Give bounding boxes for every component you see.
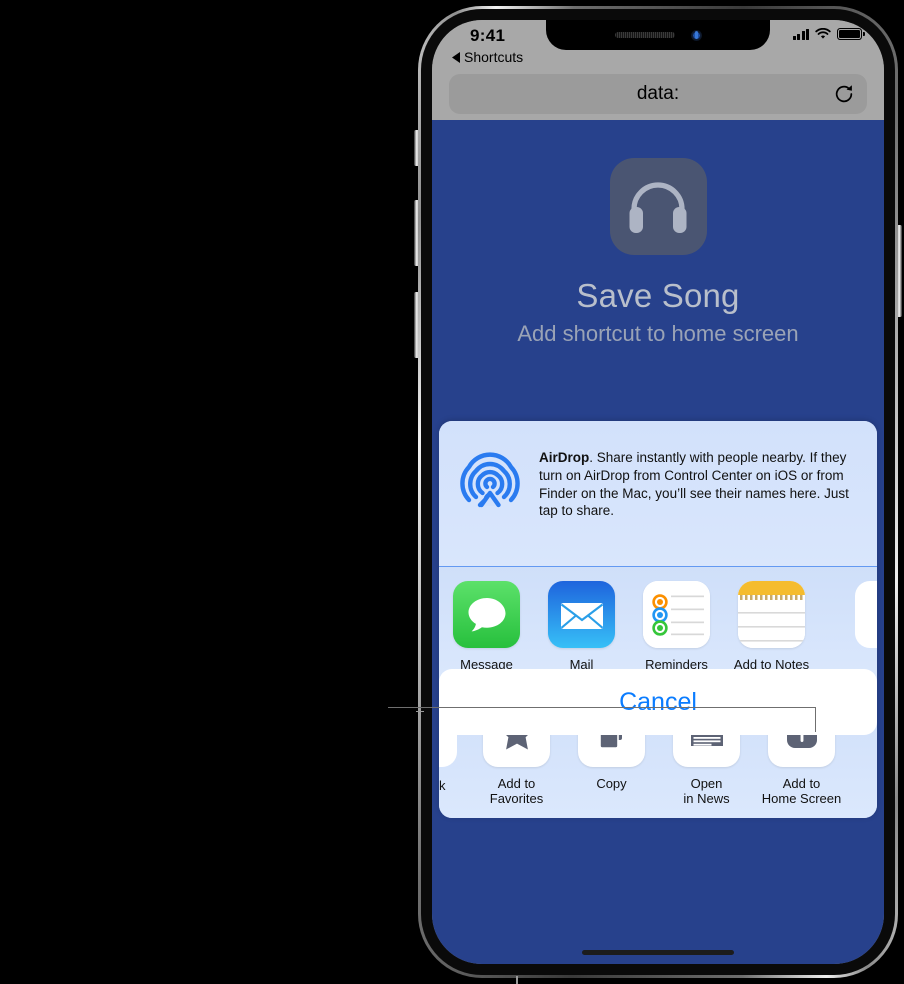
action-label-line1: Add to [497, 775, 536, 791]
airdrop-icon [457, 445, 523, 511]
cellular-bars-icon [792, 28, 809, 40]
action-label-line2: in News [683, 790, 730, 806]
action-label: Add to Home Screen [754, 776, 849, 807]
action-label-line2: Favorites [489, 790, 544, 806]
status-bar-time: 9:41 [470, 26, 506, 45]
airdrop-title: AirDrop [539, 450, 590, 465]
messages-icon [453, 581, 520, 649]
airdrop-section[interactable]: AirDrop. Share instantly with people nea… [439, 421, 877, 567]
headphones-icon [609, 158, 707, 255]
page-subtitle: Add shortcut to home screen [517, 321, 799, 346]
registration-tick [516, 976, 518, 984]
share-target-mail[interactable]: Mail [534, 581, 629, 672]
triangle-left-icon [452, 51, 460, 63]
shortcut-hero: Save Song Add shortcut to home screen [432, 120, 884, 347]
battery-full-icon [837, 28, 865, 40]
action-label: Add to Favorites [469, 776, 564, 807]
page-title: Save Song [576, 277, 740, 314]
headphones-glyph [629, 181, 687, 233]
reload-icon[interactable] [833, 83, 855, 105]
home-indicator[interactable] [582, 950, 734, 955]
phone-screen: 9:41 Shortcuts data: Save Song Add short… [432, 20, 884, 964]
share-target-message[interactable]: Message [439, 581, 534, 672]
address-bar-text: data: [636, 83, 680, 104]
back-button-label: Shortcuts [464, 49, 524, 65]
action-label: Copy [596, 775, 627, 791]
iphone-device-frame: 9:41 Shortcuts data: Save Song Add short… [418, 6, 898, 978]
share-target-partial-next[interactable] [855, 581, 877, 649]
reminders-icon [643, 581, 710, 649]
cancel-button[interactable]: Cancel [439, 669, 877, 735]
back-to-shortcuts-button[interactable]: Shortcuts [452, 49, 523, 65]
share-apps-row-strip: Message Mail Reminders Add to Notes [439, 567, 877, 685]
registration-tick [416, 711, 424, 712]
screenshot-stage: 9:41 Shortcuts data: Save Song Add short… [0, 0, 904, 984]
browser-toolbar: data: [432, 68, 884, 120]
wifi-icon [815, 28, 831, 39]
notes-icon [738, 581, 805, 649]
action-label-line1: Open [690, 775, 723, 791]
share-sheet: AirDrop. Share instantly with people nea… [439, 421, 877, 819]
action-label-line2: Home Screen [761, 790, 842, 806]
notch [546, 20, 770, 50]
status-bar-indicators [792, 28, 865, 40]
airdrop-description: AirDrop. Share instantly with people nea… [539, 443, 857, 520]
front-camera-icon [690, 29, 702, 41]
action-label-line1: Add to [782, 775, 821, 791]
action-label: Open in News [659, 776, 754, 807]
mail-icon [548, 581, 615, 649]
share-apps-row[interactable]: Message Mail Reminders Add to Notes [439, 567, 877, 684]
share-target-notes[interactable]: Add to Notes [724, 581, 819, 672]
phone-bezel: 9:41 Shortcuts data: Save Song Add short… [421, 9, 895, 975]
address-bar[interactable]: data: [449, 74, 867, 114]
action-partial-previous-label: k [439, 777, 446, 793]
earpiece-speaker [614, 32, 675, 38]
web-page-content: Save Song Add shortcut to home screen Ai… [432, 120, 884, 964]
share-target-reminders[interactable]: Reminders [629, 581, 724, 672]
